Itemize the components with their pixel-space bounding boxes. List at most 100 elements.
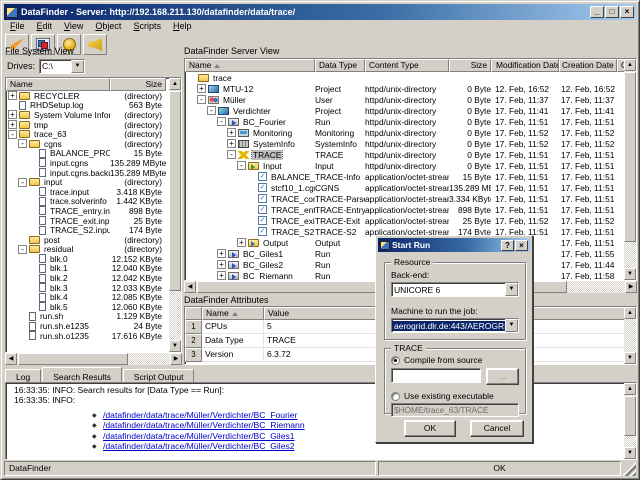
table-row[interactable]: blk.5 12.060 KByte bbox=[6, 302, 181, 312]
table-row[interactable]: - Input Input httpd/unix-directory 0 Byt… bbox=[185, 160, 636, 171]
compile-from-source-radio[interactable]: Compile from source bbox=[391, 355, 482, 365]
table-row[interactable]: - Müller User httpd/unix-directory 0 Byt… bbox=[185, 94, 636, 105]
column-header-modification-date[interactable]: Modification Date bbox=[491, 59, 559, 72]
expander-icon[interactable]: + bbox=[8, 91, 17, 100]
chevron-down-icon[interactable]: ▼ bbox=[505, 319, 518, 332]
scroll-up-icon[interactable]: ▲ bbox=[169, 78, 181, 90]
scrollbar-thumb[interactable] bbox=[624, 396, 636, 436]
table-row[interactable]: BALANCE_PROC 15 Byte bbox=[6, 149, 181, 159]
help-button[interactable]: ? bbox=[501, 240, 514, 251]
use-existing-executable-radio[interactable]: Use existing executable bbox=[391, 391, 494, 401]
expander-icon[interactable]: - bbox=[217, 117, 226, 126]
table-row[interactable]: RHDSetup.log 563 Byte bbox=[6, 101, 181, 111]
table-row[interactable]: - BC_Fourier Run httpd/unix-directory 0 … bbox=[185, 116, 636, 127]
expander-icon[interactable]: + bbox=[217, 249, 226, 258]
close-button[interactable]: × bbox=[620, 6, 634, 18]
table-row[interactable]: BALANCE_1PROC TRACE-Info application/oct… bbox=[185, 171, 636, 182]
vertical-scrollbar[interactable]: ▲ ▼ bbox=[624, 307, 636, 364]
expander-icon[interactable]: + bbox=[227, 128, 236, 137]
table-row[interactable]: + RECYCLER (directory) bbox=[6, 91, 181, 101]
cancel-button[interactable]: Cancel bbox=[470, 420, 524, 437]
menu-item[interactable]: Help bbox=[168, 21, 197, 33]
table-row[interactable]: - cgns (directory) bbox=[6, 139, 181, 149]
source-path-input[interactable] bbox=[391, 368, 481, 383]
column-header-creation-date[interactable]: Creation Date bbox=[559, 59, 617, 72]
row-number[interactable]: 2 bbox=[185, 334, 202, 348]
expander-icon[interactable]: + bbox=[8, 120, 17, 129]
table-row[interactable]: - input (directory) bbox=[6, 177, 181, 187]
expander-icon[interactable]: - bbox=[227, 150, 236, 159]
scroll-up-icon[interactable]: ▲ bbox=[624, 59, 636, 71]
table-row[interactable]: stcf10_1.cgns CGNS application/octet-str… bbox=[185, 182, 636, 193]
expander-icon[interactable]: - bbox=[207, 106, 216, 115]
table-row[interactable]: - Verdichter Project httpd/unix-director… bbox=[185, 105, 636, 116]
table-row[interactable]: blk.1 12.040 KByte bbox=[6, 264, 181, 274]
table-row[interactable]: + MTU-12 Project httpd/unix-directory 0 … bbox=[185, 83, 636, 94]
column-header-data-type[interactable]: Data Type bbox=[315, 59, 365, 72]
table-row[interactable]: trace.solverinfo 1.442 KByte bbox=[6, 197, 181, 207]
table-row[interactable]: blk.3 12.033 KByte bbox=[6, 283, 181, 293]
scrollbar-thumb[interactable] bbox=[169, 91, 181, 291]
expander-icon[interactable]: + bbox=[197, 84, 206, 93]
executable-path-input[interactable]: $HOME/trace_63/TRACE bbox=[391, 403, 519, 417]
vertical-scrollbar[interactable]: ▲ ▼ bbox=[169, 78, 181, 352]
expander-icon[interactable]: - bbox=[18, 178, 27, 187]
table-row[interactable]: trace.input 3.418 KByte bbox=[6, 187, 181, 197]
expander-icon[interactable]: + bbox=[217, 271, 226, 280]
result-link[interactable]: /datafinder/data/trace/Müller/Verdichter… bbox=[103, 441, 295, 451]
expander-icon[interactable]: + bbox=[227, 139, 236, 148]
scroll-down-icon[interactable]: ▼ bbox=[624, 352, 636, 364]
row-number[interactable]: 1 bbox=[185, 320, 202, 334]
column-header-name[interactable]: Name bbox=[6, 78, 110, 91]
table-row[interactable]: blk.4 12.085 KByte bbox=[6, 292, 181, 302]
row-number[interactable]: 3 bbox=[185, 348, 202, 362]
result-link[interactable]: /datafinder/data/trace/Müller/Verdichter… bbox=[103, 410, 297, 420]
expander-icon[interactable]: - bbox=[197, 95, 206, 104]
scroll-left-icon[interactable]: ◀ bbox=[5, 353, 17, 365]
drive-select[interactable]: C:\ ▼ bbox=[39, 59, 85, 74]
expander-icon[interactable]: + bbox=[217, 260, 226, 269]
scrollbar-thumb[interactable] bbox=[18, 353, 128, 365]
table-row[interactable]: TRACE_S2.input 174 Byte bbox=[6, 225, 181, 235]
table-row[interactable]: TRACE_control.input TRACE-Parse applicat… bbox=[185, 193, 636, 204]
column-header-size[interactable]: Size bbox=[449, 59, 491, 72]
table-row[interactable]: input.cgns.backup 135.289 MByte bbox=[6, 168, 181, 178]
table-row[interactable]: TRACE_exit.input 25 Byte bbox=[6, 216, 181, 226]
table-row[interactable]: post (directory) bbox=[6, 235, 181, 245]
table-row[interactable]: - residual (directory) bbox=[6, 245, 181, 255]
scroll-right-icon[interactable]: ▶ bbox=[170, 353, 182, 365]
table-row[interactable]: TRACE_exit.input TRACE-Exit application/… bbox=[185, 215, 636, 226]
browse-button[interactable]: ... bbox=[486, 368, 519, 385]
expander-icon[interactable]: + bbox=[8, 110, 17, 119]
table-row[interactable]: input.cgns 135.289 MByte bbox=[6, 158, 181, 168]
machine-select[interactable]: aerogrid.dlr.de:443/AEROGRID ▼ bbox=[391, 318, 519, 333]
table-row[interactable]: TRACE_entry.input TRACE-Entry applicatio… bbox=[185, 204, 636, 215]
resize-grip[interactable] bbox=[623, 461, 636, 476]
column-header-content-type[interactable]: Content Type bbox=[365, 59, 449, 72]
backend-select[interactable]: UNICORE 6 ▼ bbox=[391, 282, 519, 297]
table-row[interactable]: run.sh.e1235 24 Byte bbox=[6, 321, 181, 331]
scroll-down-icon[interactable]: ▼ bbox=[624, 268, 636, 280]
scroll-down-icon[interactable]: ▼ bbox=[169, 340, 181, 352]
result-link[interactable]: /datafinder/data/trace/Müller/Verdichter… bbox=[103, 420, 305, 430]
column-header-size[interactable]: Size bbox=[110, 78, 166, 91]
vertical-scrollbar[interactable]: ▲ ▼ bbox=[624, 59, 636, 280]
maximize-button[interactable]: □ bbox=[605, 6, 619, 18]
table-row[interactable]: blk.2 12.042 KByte bbox=[6, 273, 181, 283]
table-row[interactable]: trace bbox=[185, 72, 636, 83]
menu-item[interactable]: Edit bbox=[32, 21, 58, 33]
expander-icon[interactable]: - bbox=[18, 139, 27, 148]
expander-icon[interactable]: - bbox=[8, 130, 17, 139]
chevron-down-icon[interactable]: ▼ bbox=[71, 60, 84, 73]
table-row[interactable]: - trace_63 (directory) bbox=[6, 129, 181, 139]
menu-item[interactable]: File bbox=[5, 21, 30, 33]
table-row[interactable]: run.sh.o1235 17.616 KByte bbox=[6, 331, 181, 341]
scrollbar-thumb[interactable] bbox=[624, 72, 636, 242]
menu-item[interactable]: View bbox=[59, 21, 88, 33]
close-icon[interactable]: × bbox=[515, 240, 528, 251]
title-bar[interactable]: DataFinder - Server: http://192.168.211.… bbox=[4, 4, 636, 20]
expander-icon[interactable]: - bbox=[18, 245, 27, 254]
horizontal-scrollbar[interactable]: ◀ ▶ bbox=[5, 353, 182, 365]
table-row[interactable]: TRACE_entry.input 898 Byte bbox=[6, 206, 181, 216]
table-row[interactable]: blk.0 12.152 KByte bbox=[6, 254, 181, 264]
